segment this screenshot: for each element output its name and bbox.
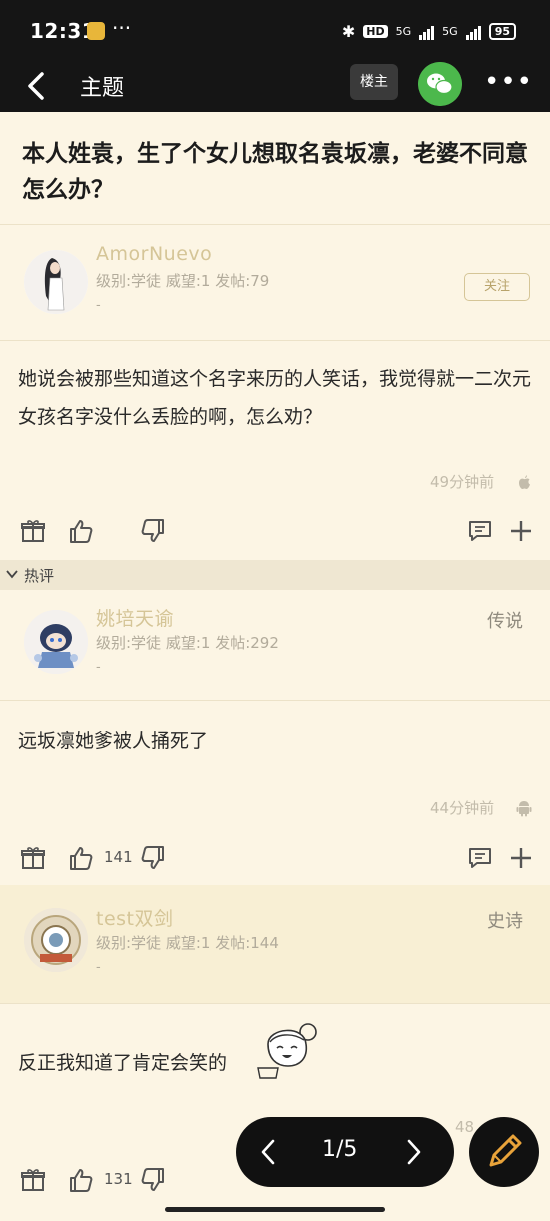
post-content: 远坂凛她爹被人捅死了: [18, 730, 209, 752]
gift-icon[interactable]: [20, 518, 46, 544]
gift-icon[interactable]: [20, 1167, 46, 1193]
hd-badge: HD: [363, 25, 388, 38]
avatar-emblem-icon: [24, 908, 88, 972]
comment-icon[interactable]: [467, 845, 493, 871]
page-indicator[interactable]: 1/5: [322, 1137, 357, 1162]
android-icon: [516, 801, 532, 817]
like-icon[interactable]: [68, 845, 94, 871]
user-signature: -: [96, 660, 101, 675]
back-icon[interactable]: [22, 68, 52, 104]
add-icon[interactable]: [508, 518, 534, 544]
add-icon[interactable]: [508, 845, 534, 871]
sticker-laughing-girl-icon: [257, 1023, 317, 1079]
dislike-icon[interactable]: [140, 518, 166, 544]
like-count: 141: [104, 848, 133, 866]
signal-icon: [419, 24, 435, 40]
status-more: ···: [112, 16, 132, 40]
app-bar-title: 主题: [80, 76, 125, 101]
comment-icon[interactable]: [467, 518, 493, 544]
status-indicators: ✱ HD 5G 5G 95: [342, 22, 516, 41]
avatar-anime-girl-icon: [24, 250, 88, 314]
dislike-icon[interactable]: [140, 1167, 166, 1193]
user-rank: 史诗: [487, 911, 523, 932]
status-bar: 12:31 ··· ✱ HD 5G 5G 95: [0, 0, 550, 62]
thread-title: 本人姓袁，生了个女儿想取名袁坂凛，老婆不同意怎么办？: [22, 141, 528, 203]
post-content: 她说会被那些知道这个名字来历的人笑话，我觉得就一二次元女孩名字没什么丢脸的啊，怎…: [18, 368, 532, 428]
page-navigator: 1/5: [236, 1117, 454, 1187]
gift-icon[interactable]: [20, 845, 46, 871]
avatar-chibi-icon: [24, 610, 88, 674]
op-only-button[interactable]: 楼主: [350, 64, 398, 100]
post-time: 49分钟前: [430, 473, 495, 491]
notification-app-icon: [87, 22, 105, 40]
app-bar: 主题 楼主 •••: [0, 62, 550, 112]
divider: [0, 700, 550, 701]
next-page-icon[interactable]: [404, 1138, 424, 1166]
more-options-icon[interactable]: •••: [484, 67, 533, 97]
avatar[interactable]: [24, 250, 88, 314]
compose-reply-button[interactable]: [469, 1117, 539, 1187]
post-action-bar: 141: [0, 839, 550, 879]
avatar[interactable]: [24, 908, 88, 972]
network-label-1: 5G: [395, 25, 412, 38]
divider: [0, 1003, 550, 1004]
apple-icon: [519, 475, 530, 489]
previous-page-icon[interactable]: [258, 1138, 278, 1166]
wechat-share-icon[interactable]: [418, 62, 462, 106]
like-count: 131: [104, 1170, 133, 1188]
avatar[interactable]: [24, 610, 88, 674]
post-content: 反正我知道了肯定会笑的: [18, 1052, 228, 1074]
hot-comments-label: 热评: [24, 567, 55, 585]
divider: [0, 224, 550, 225]
username[interactable]: test双剑: [96, 904, 174, 931]
user-signature: -: [96, 960, 101, 975]
username[interactable]: 姚培天谕: [96, 604, 174, 631]
post-action-bar: [0, 512, 550, 552]
home-indicator[interactable]: [165, 1207, 385, 1212]
user-signature: -: [96, 298, 101, 313]
battery-icon: 95: [488, 23, 516, 40]
network-label-2: 5G: [442, 25, 458, 38]
follow-button[interactable]: 关注: [464, 273, 530, 301]
chevron-down-icon: [6, 570, 18, 579]
post-time: 44分钟前: [430, 799, 495, 817]
signal-icon-2: [465, 24, 481, 40]
username[interactable]: AmorNuevo: [96, 243, 212, 265]
like-icon[interactable]: [68, 518, 94, 544]
divider: [0, 340, 550, 341]
bluetooth-icon: ✱: [341, 22, 356, 41]
pencil-icon: [489, 1134, 522, 1167]
dislike-icon[interactable]: [140, 845, 166, 871]
user-meta: 级别:学徒 威望:1 发帖:292: [96, 634, 279, 652]
user-rank: 传说: [487, 611, 523, 632]
user-meta: 级别:学徒 威望:1 发帖:144: [96, 934, 279, 952]
user-meta: 级别:学徒 威望:1 发帖:79: [96, 272, 270, 290]
like-icon[interactable]: [68, 1167, 94, 1193]
hot-comments-header[interactable]: 热评: [0, 560, 550, 590]
